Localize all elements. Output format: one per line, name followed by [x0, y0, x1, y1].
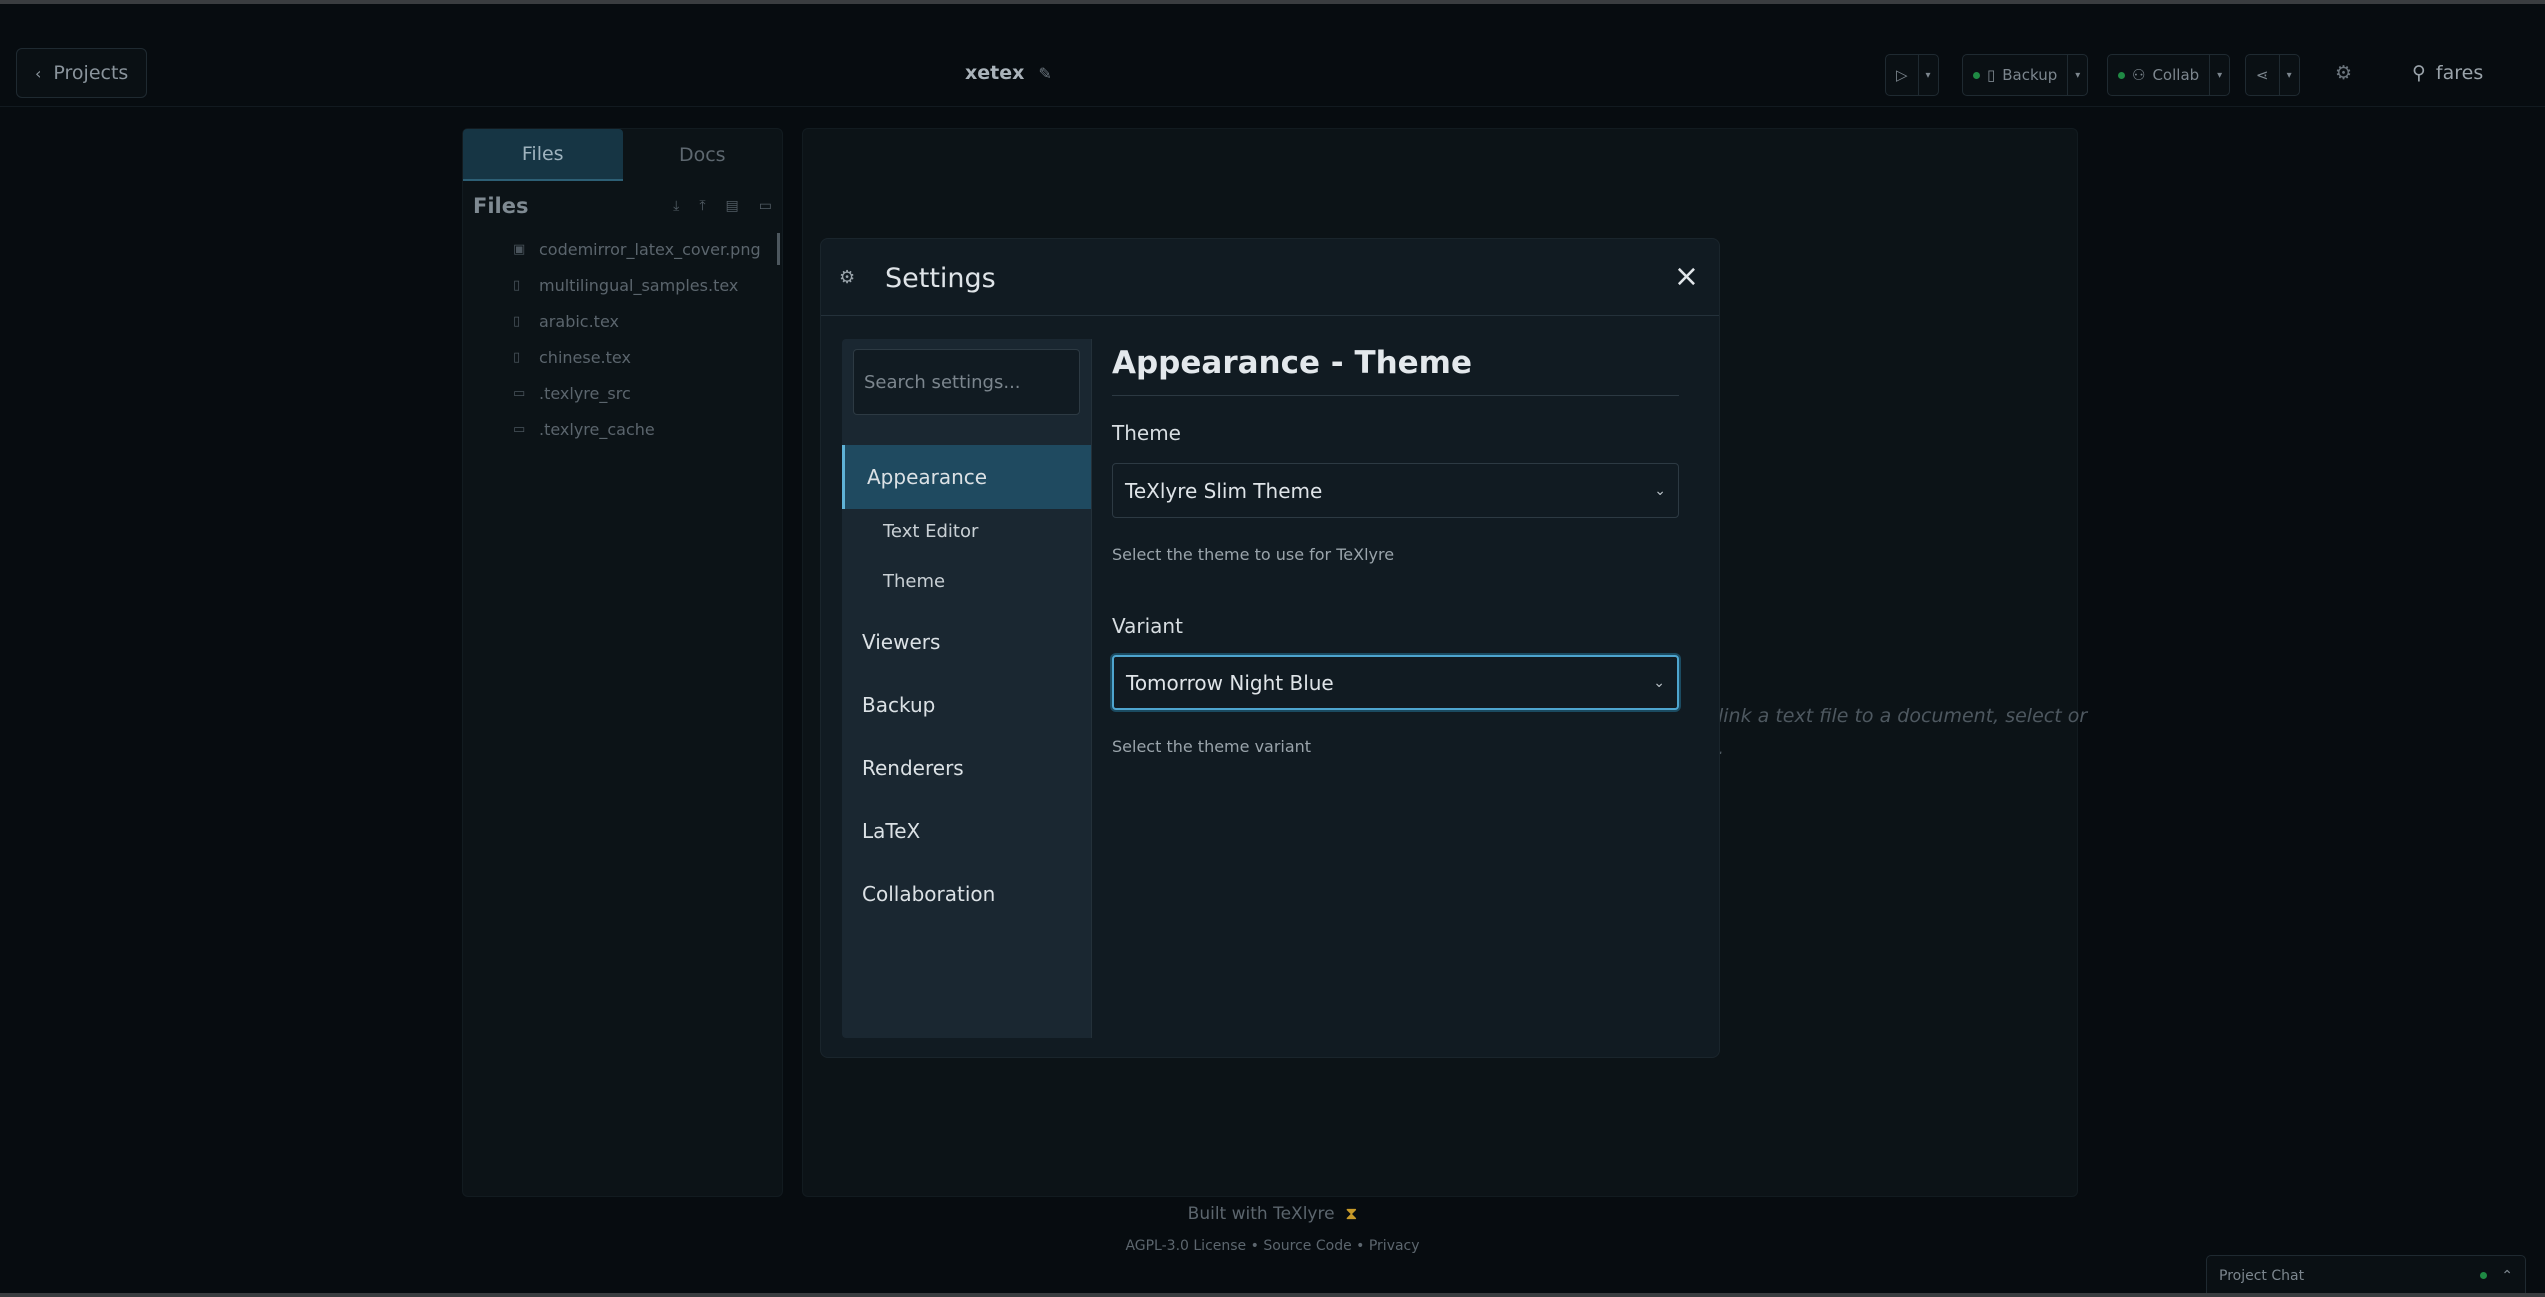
variant-select[interactable]: Tomorrow Night Blue ⌄: [1112, 655, 1679, 710]
compile-options-caret[interactable]: ▾: [1917, 55, 1938, 95]
share-icon: ⋖: [2256, 66, 2269, 84]
download-icon[interactable]: ⤓: [673, 198, 679, 214]
status-dot: [2480, 1272, 2488, 1279]
gear-icon[interactable]: ⚙: [2335, 62, 2352, 84]
chevron-left-icon: ‹: [35, 63, 42, 83]
folder-item[interactable]: ▭ .texlyre_src: [463, 375, 782, 411]
user-icon: ⚲: [2412, 62, 2426, 84]
theme-label: Theme: [1112, 421, 1181, 445]
file-item[interactable]: ▣ codemirror_latex_cover.png: [463, 231, 782, 267]
chevron-up-icon[interactable]: ⌃: [2501, 1268, 2513, 1284]
files-panel: Files Docs Files ⤓ ⤒ ▤ ▭ ▣ codemirror_la…: [462, 128, 783, 1197]
theme-help: Select the theme to use for TeXlyre: [1112, 545, 1395, 564]
chevron-down-icon: ⌄: [1653, 674, 1665, 691]
share-button[interactable]: ⋖: [2246, 55, 2279, 95]
variant-label: Variant: [1112, 614, 1183, 638]
app-header: ‹ Projects xetex ✎ ▷ ▾ ▯ Backup ▾ ⚇ Coll…: [0, 4, 2545, 107]
chevron-down-icon: ⌄: [1654, 482, 1666, 499]
file-icon: ▯: [513, 277, 521, 293]
file-item[interactable]: ▯ chinese.tex: [463, 339, 782, 375]
backup-button-group: ▯ Backup ▾: [1962, 54, 2089, 96]
compile-button-group: ▷ ▾: [1885, 54, 1939, 96]
variant-help: Select the theme variant: [1112, 737, 1312, 756]
collab-options-caret[interactable]: ▾: [2209, 55, 2229, 95]
settings-content: Appearance - Theme Theme TeXlyre Slim Th…: [1112, 339, 1679, 756]
file-name: chinese.tex: [539, 347, 631, 367]
upload-icon[interactable]: ⤒: [699, 198, 705, 214]
file-name: multilingual_samples.tex: [539, 275, 739, 295]
project-title: xetex ✎: [965, 62, 1052, 84]
edit-icon[interactable]: ✎: [1038, 64, 1051, 83]
modal-header: ⚙ Settings ×: [821, 239, 1719, 316]
backup-options-caret[interactable]: ▾: [2067, 55, 2087, 95]
new-file-icon[interactable]: ▤: [726, 198, 739, 214]
file-name: codemirror_latex_cover.png: [539, 239, 761, 259]
play-button[interactable]: ▷: [1886, 55, 1918, 95]
theme-select[interactable]: TeXlyre Slim Theme ⌄: [1112, 463, 1679, 518]
backup-label: Backup: [2002, 66, 2058, 84]
backup-icon: ▯: [1987, 66, 1996, 84]
settings-sidebar: Appearance Text Editor Theme Viewers Bac…: [842, 339, 1092, 1038]
project-chat-bar[interactable]: Project Chat ⌃: [2206, 1255, 2526, 1295]
folder-icon: ▭: [513, 385, 526, 401]
user-name: fares: [2435, 62, 2484, 84]
close-icon[interactable]: ×: [1674, 259, 1699, 294]
nav-renderers[interactable]: Renderers: [842, 748, 1091, 788]
play-icon: ▷: [1896, 66, 1908, 84]
nav-appearance[interactable]: Appearance: [842, 445, 1091, 509]
folder-icon: ▭: [513, 421, 526, 437]
collab-button[interactable]: ⚇ Collab: [2108, 55, 2209, 95]
file-icon: ▯: [513, 349, 521, 365]
project-name: xetex: [965, 62, 1025, 84]
folder-item[interactable]: ▭ .texlyre_cache: [463, 411, 782, 447]
new-folder-icon[interactable]: ▭: [759, 198, 772, 214]
tab-docs[interactable]: Docs: [623, 129, 783, 181]
chat-label: Project Chat: [2219, 1267, 2305, 1284]
nav-collaboration[interactable]: Collaboration: [842, 874, 1091, 914]
backup-button[interactable]: ▯ Backup: [1963, 55, 2067, 95]
folder-name: .texlyre_src: [539, 383, 631, 403]
nav-backup[interactable]: Backup: [842, 685, 1091, 725]
nav-text-editor[interactable]: Text Editor: [883, 521, 978, 542]
folder-name: .texlyre_cache: [539, 419, 655, 439]
files-title: Files: [473, 194, 529, 218]
editor-hint: link a text file to a document, select o…: [1718, 705, 2088, 727]
share-button-group: ⋖ ▾: [2245, 54, 2300, 96]
files-header: Files ⤓ ⤒ ▤ ▭: [463, 181, 782, 231]
file-name: arabic.tex: [539, 311, 619, 331]
nav-theme[interactable]: Theme: [883, 571, 945, 592]
file-item[interactable]: ▯ arabic.tex: [463, 303, 782, 339]
status-dot: [2118, 71, 2125, 79]
users-icon: ⚇: [2132, 66, 2146, 84]
built-with-text: Built with TeXlyre: [1187, 1204, 1335, 1224]
collab-button-group: ⚇ Collab ▾: [2107, 54, 2231, 96]
panel-tabs: Files Docs: [463, 129, 782, 181]
collab-label: Collab: [2152, 66, 2200, 84]
texlyre-logo-icon: ⧗: [1339, 1204, 1358, 1224]
back-label: Projects: [53, 62, 129, 84]
image-file-icon: ▣: [513, 241, 526, 257]
tab-files[interactable]: Files: [463, 129, 623, 181]
built-with: Built with TeXlyre ⧗: [0, 1204, 2545, 1224]
settings-search-input[interactable]: [853, 349, 1080, 415]
variant-value: Tomorrow Night Blue: [1126, 670, 1334, 695]
share-options-caret[interactable]: ▾: [2278, 55, 2299, 95]
file-item[interactable]: ▯ multilingual_samples.tex: [463, 267, 782, 303]
section-title: Appearance - Theme: [1112, 339, 1679, 396]
gear-icon: ⚙: [839, 267, 856, 288]
status-dot: [1973, 71, 1980, 79]
nav-viewers[interactable]: Viewers: [842, 622, 1091, 662]
nav-latex[interactable]: LaTeX: [842, 811, 1091, 851]
bottom-border: [0, 1293, 2545, 1297]
settings-modal: ⚙ Settings × Appearance Text Editor Them…: [820, 238, 1720, 1058]
theme-value: TeXlyre Slim Theme: [1125, 478, 1323, 503]
footer-links[interactable]: AGPL-3.0 License • Source Code • Privacy: [0, 1238, 2545, 1254]
modal-title: Settings: [885, 263, 996, 294]
user-menu[interactable]: ⚲ fares: [2412, 62, 2483, 84]
file-icon: ▯: [513, 313, 521, 329]
back-to-projects-button[interactable]: ‹ Projects: [16, 48, 148, 98]
